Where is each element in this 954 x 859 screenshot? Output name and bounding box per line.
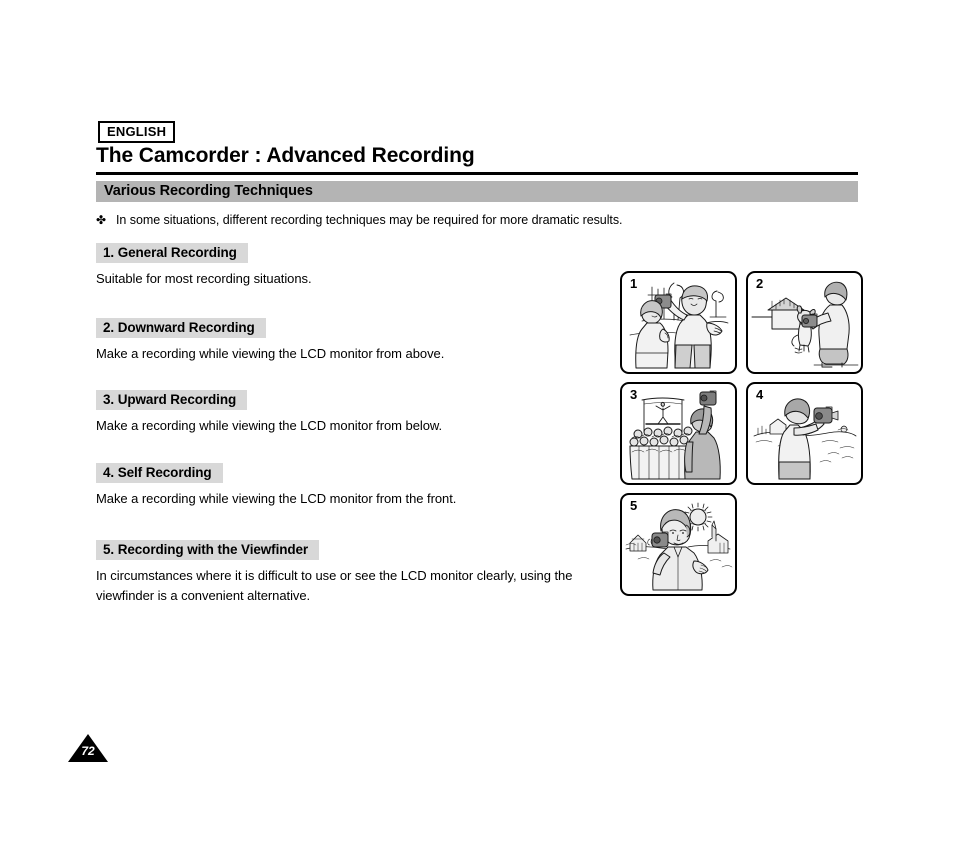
technique-section-5: 5. Recording with the Viewfinder In circ… bbox=[96, 540, 616, 606]
title-rule bbox=[96, 172, 858, 175]
intro-note: ✤ In some situations, different recordin… bbox=[96, 212, 796, 228]
technique-body-4: Make a recording while viewing the LCD m… bbox=[96, 491, 457, 506]
illustration-row-1: 1 2 bbox=[620, 271, 863, 374]
technique-label-5: 5. Recording with the Viewfinder bbox=[96, 540, 320, 560]
page-title: The Camcorder : Advanced Recording bbox=[96, 144, 475, 167]
illustration-number-2: 2 bbox=[756, 276, 764, 291]
clover-bullet-icon: ✤ bbox=[96, 213, 107, 227]
illustration-panel-1: 1 bbox=[620, 271, 737, 374]
technique-body-2: Make a recording while viewing the LCD m… bbox=[96, 346, 445, 361]
intro-note-text: In some situations, different recording … bbox=[116, 213, 623, 227]
page-number-marker: 72 bbox=[68, 734, 108, 762]
technique-label-3: 3. Upward Recording bbox=[96, 390, 248, 410]
upward-recording-illustration bbox=[629, 390, 721, 480]
technique-section-1: 1. General Recording Suitable for most r… bbox=[96, 243, 616, 289]
illustration-panel-3: 3 bbox=[620, 382, 737, 485]
technique-section-2: 2. Downward Recording Make a recording w… bbox=[96, 318, 616, 364]
section-bar-title: Various Recording Techniques bbox=[104, 183, 313, 199]
downward-recording-illustration bbox=[751, 281, 859, 368]
technique-body-1: Suitable for most recording situations. bbox=[96, 271, 312, 286]
technique-body-5: In circumstances where it is difficult t… bbox=[96, 568, 573, 603]
illustration-panel-5: 5 bbox=[620, 493, 737, 596]
technique-label-2: 2. Downward Recording bbox=[96, 318, 266, 338]
language-badge: ENGLISH bbox=[98, 121, 176, 143]
technique-section-4: 4. Self Recording Make a recording while… bbox=[96, 463, 616, 509]
technique-label-1: 1. General Recording bbox=[96, 243, 248, 263]
illustration-number-3: 3 bbox=[630, 387, 638, 402]
technique-section-3: 3. Upward Recording Make a recording whi… bbox=[96, 390, 616, 436]
document-page: ENGLISH The Camcorder : Advanced Recordi… bbox=[0, 0, 954, 859]
illustration-number-4: 4 bbox=[756, 387, 764, 402]
illustration-panel-2: 2 bbox=[746, 271, 863, 374]
page-number: 72 bbox=[81, 744, 95, 758]
illustration-number-1: 1 bbox=[630, 276, 638, 291]
section-bar: Various Recording Techniques bbox=[96, 181, 858, 202]
viewfinder-recording-illustration bbox=[625, 502, 733, 591]
illustration-grid: 1 2 3 4 5 bbox=[620, 271, 863, 604]
illustration-number-5: 5 bbox=[630, 498, 638, 513]
general-recording-illustration bbox=[629, 282, 729, 369]
self-recording-illustration bbox=[753, 398, 857, 480]
technique-label-4: 4. Self Recording bbox=[96, 463, 223, 483]
illustration-row-3: 5 bbox=[620, 493, 863, 596]
illustration-row-2: 3 4 bbox=[620, 382, 863, 485]
illustration-panel-4: 4 bbox=[746, 382, 863, 485]
technique-body-3: Make a recording while viewing the LCD m… bbox=[96, 418, 443, 433]
